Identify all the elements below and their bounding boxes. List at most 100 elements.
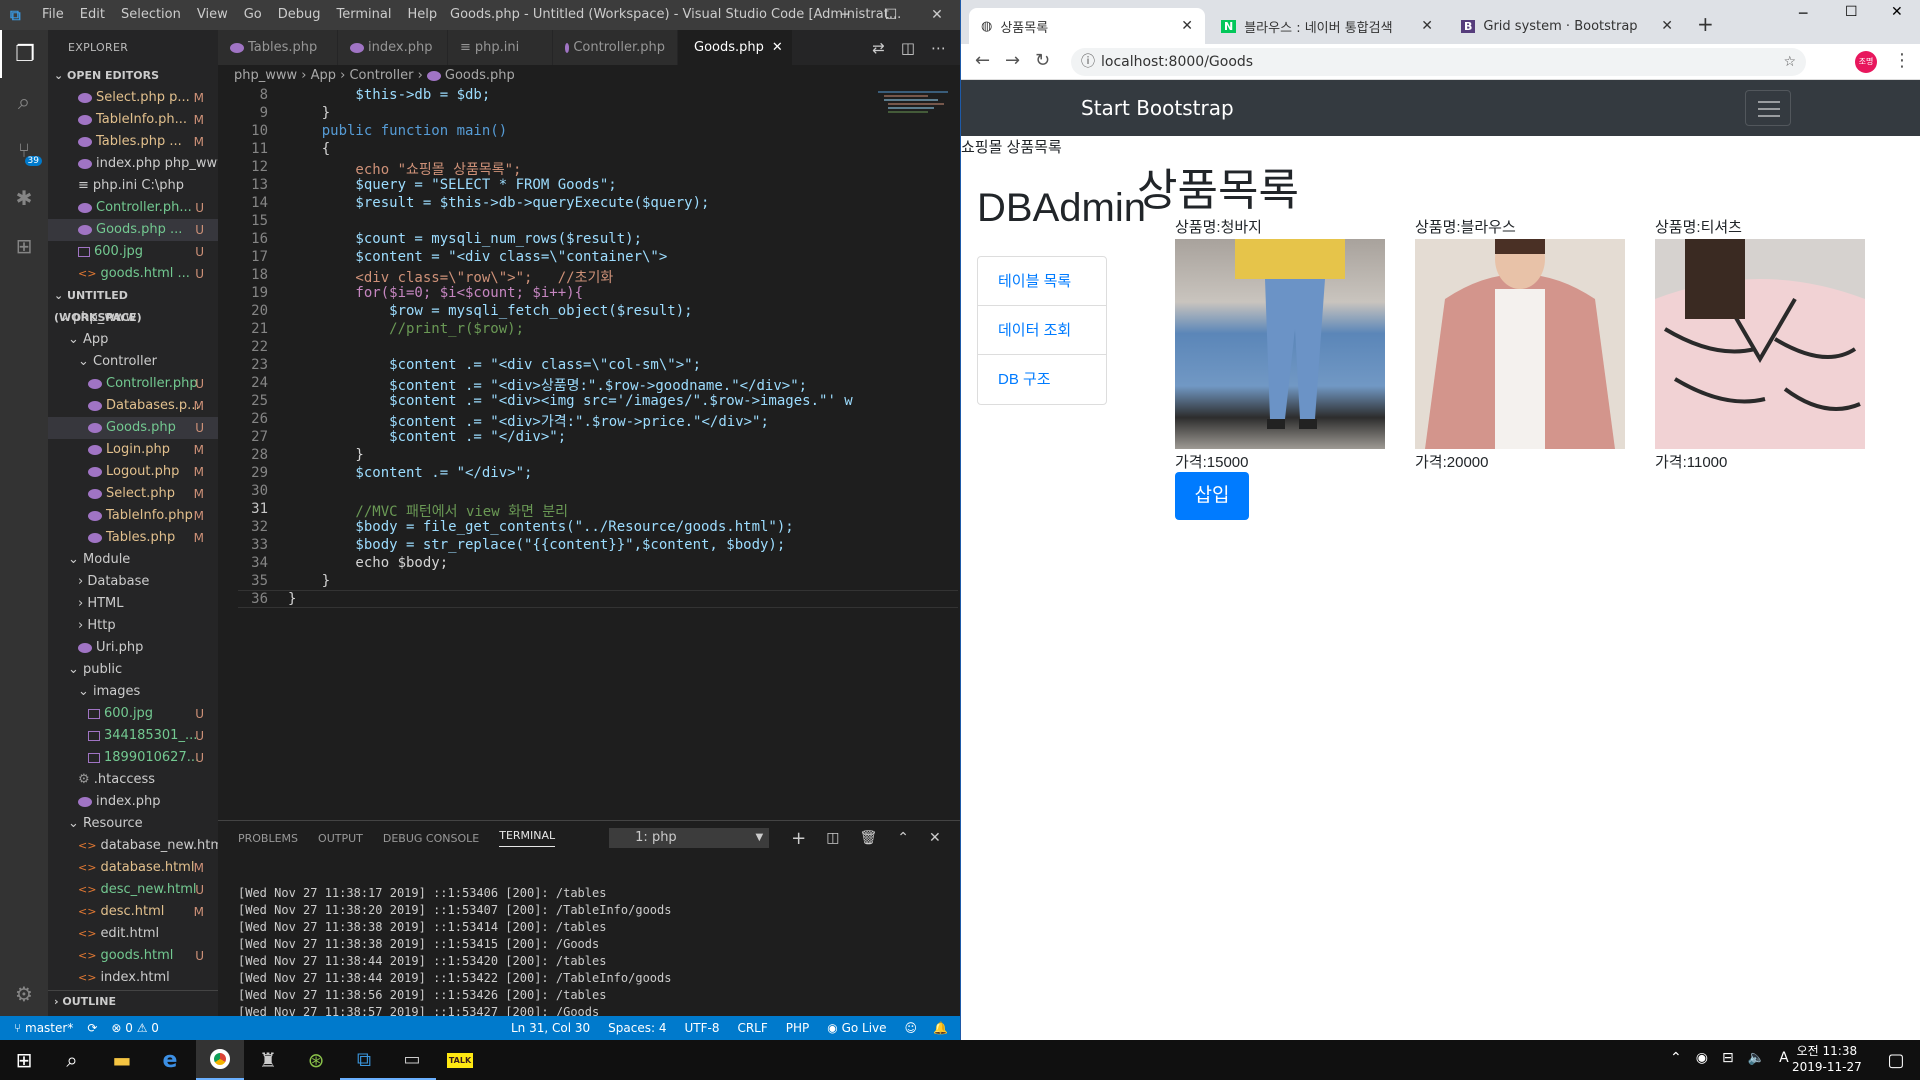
menu-debug[interactable]: Debug bbox=[278, 7, 321, 22]
cursor-position[interactable]: Ln 31, Col 30 bbox=[511, 1021, 590, 1035]
maximize-icon[interactable]: ☐ bbox=[868, 0, 914, 30]
workspace-header[interactable]: ⌄ UNTITLED (WORKSPACE) bbox=[48, 285, 218, 324]
terminal-output[interactable]: [Wed Nov 27 11:38:17 2019] ::1:53406 [20… bbox=[218, 885, 960, 1035]
open-editor-item[interactable]: Controller.ph... U bbox=[48, 197, 218, 219]
tree-item[interactable]: ⌄ Resource bbox=[48, 813, 218, 835]
network-icon[interactable]: ⊟ bbox=[1722, 1050, 1734, 1066]
tree-item[interactable]: ⌄ public bbox=[48, 659, 218, 681]
open-editor-item[interactable]: ≡ php.ini C:\php bbox=[48, 175, 218, 197]
tree-item[interactable]: › HTML bbox=[48, 593, 218, 615]
navbar-toggler-icon[interactable] bbox=[1745, 90, 1791, 126]
url-input[interactable]: ⓘ localhost:8000/Goods ☆ bbox=[1071, 48, 1806, 76]
network-app-icon[interactable]: ⊛ bbox=[292, 1040, 340, 1080]
tree-item[interactable]: Tables.php M bbox=[48, 527, 218, 549]
open-changes-icon[interactable]: ⇄ bbox=[872, 39, 885, 57]
close-tab-icon[interactable]: ✕ bbox=[772, 30, 783, 65]
terminal-select[interactable]: 1: php ▼ bbox=[609, 828, 770, 848]
menu-edit[interactable]: Edit bbox=[80, 7, 105, 22]
breadcrumb-item[interactable]: Goods.php bbox=[445, 68, 515, 83]
tree-item[interactable]: ⌄ Module bbox=[48, 549, 218, 571]
settings-gear-icon[interactable]: ⚙ bbox=[0, 970, 48, 1018]
close-tab-icon[interactable]: ✕ bbox=[1661, 18, 1673, 34]
tab-output[interactable]: OUTPUT bbox=[318, 832, 363, 845]
tree-item[interactable]: <> goods.html U bbox=[48, 945, 218, 967]
extensions-icon[interactable]: ⊞ bbox=[0, 222, 48, 270]
bell-icon[interactable]: 🔔 bbox=[933, 1021, 948, 1035]
breadcrumb-item[interactable]: php_www bbox=[234, 68, 297, 83]
split-editor-icon[interactable]: ◫ bbox=[901, 39, 915, 57]
reload-icon[interactable]: ↻ bbox=[1035, 50, 1050, 71]
tree-item[interactable]: <> desc_new.html U bbox=[48, 879, 218, 901]
open-editors-header[interactable]: ⌄ OPEN EDITORS bbox=[48, 65, 218, 87]
menu-data-view[interactable]: 데이터 조회 bbox=[978, 306, 1106, 355]
minimize-icon[interactable]: ─ bbox=[822, 0, 868, 30]
open-editor-item[interactable]: Tables.php ... M bbox=[48, 131, 218, 153]
tree-item[interactable]: 600.jpg U bbox=[48, 703, 218, 725]
encoding-status[interactable]: UTF-8 bbox=[684, 1021, 719, 1035]
tree-item[interactable]: 344185301_... U bbox=[48, 725, 218, 747]
chrome-taskbar-icon[interactable] bbox=[196, 1040, 244, 1080]
record-icon[interactable]: ◉ bbox=[1696, 1050, 1708, 1066]
menu-terminal[interactable]: Terminal bbox=[337, 7, 392, 22]
more-actions-icon[interactable]: ⋯ bbox=[931, 39, 946, 57]
search-icon[interactable]: ⌕ bbox=[48, 1040, 96, 1080]
tree-item[interactable]: ⌄ Controller bbox=[48, 351, 218, 373]
forward-icon[interactable]: → bbox=[1005, 50, 1020, 71]
tree-item[interactable]: ⌄ App bbox=[48, 329, 218, 351]
breadcrumb-item[interactable]: App bbox=[311, 68, 336, 83]
tree-item[interactable]: <> database.html M bbox=[48, 857, 218, 879]
tree-item[interactable]: <> database_new.html bbox=[48, 835, 218, 857]
breadcrumb-item[interactable]: Controller bbox=[349, 68, 413, 83]
chevron-up-icon[interactable]: ⌃ bbox=[1670, 1050, 1682, 1066]
tree-item[interactable]: 1899010627... U bbox=[48, 747, 218, 769]
split-terminal-icon[interactable]: ◫ bbox=[826, 830, 839, 846]
clock[interactable]: 오전 11:38 2019-11-27 bbox=[1792, 1043, 1862, 1075]
open-editor-item[interactable]: index.php php_www... bbox=[48, 153, 218, 175]
tab-terminal[interactable]: TERMINAL bbox=[499, 829, 556, 847]
tree-item[interactable]: Login.php M bbox=[48, 439, 218, 461]
code-editor[interactable]: 8 $this->db = $db; 9 } 10 public function … bbox=[218, 87, 960, 817]
windows-start-icon[interactable]: ⊞ bbox=[0, 1040, 48, 1080]
terminal-taskbar-icon[interactable]: ▭ bbox=[388, 1040, 436, 1080]
menu-selection[interactable]: Selection bbox=[121, 7, 181, 22]
tree-item[interactable]: Uri.php bbox=[48, 637, 218, 659]
menu-view[interactable]: View bbox=[197, 7, 228, 22]
profile-avatar[interactable]: 조명 bbox=[1855, 51, 1877, 73]
tab-naver[interactable]: N 블라우스 : 네이버 통합검색 ✕ bbox=[1209, 8, 1445, 44]
notification-icon[interactable]: ▢ bbox=[1872, 1040, 1920, 1080]
close-tab-icon[interactable]: ✕ bbox=[1181, 18, 1193, 34]
edge-icon[interactable]: e bbox=[146, 1040, 194, 1080]
add-terminal-icon[interactable]: + bbox=[791, 828, 806, 849]
menu-file[interactable]: File bbox=[42, 7, 64, 22]
open-editor-item[interactable]: 600.jpg U bbox=[48, 241, 218, 263]
tree-item[interactable]: TableInfo.php M bbox=[48, 505, 218, 527]
new-tab-button[interactable]: + bbox=[1697, 12, 1714, 36]
back-icon[interactable]: ← bbox=[975, 50, 990, 71]
search-icon[interactable]: ⌕ bbox=[0, 78, 48, 126]
menu-db-structure[interactable]: DB 구조 bbox=[978, 355, 1106, 404]
tree-item[interactable]: ⌄ php_www bbox=[48, 307, 218, 329]
tab-controller-php[interactable]: Controller.php bbox=[553, 30, 678, 65]
app-icon[interactable]: ♜ bbox=[244, 1040, 292, 1080]
tab-debug-console[interactable]: DEBUG CONSOLE bbox=[383, 832, 479, 845]
open-editor-item[interactable]: <> goods.html ... U bbox=[48, 263, 218, 285]
tab-goods-list[interactable]: ◍ 상품목록 ✕ bbox=[969, 8, 1205, 44]
bookmark-star-icon[interactable]: ☆ bbox=[1783, 48, 1796, 76]
tab-problems[interactable]: PROBLEMS bbox=[238, 832, 298, 845]
close-tab-icon[interactable]: ✕ bbox=[1421, 18, 1433, 34]
tree-item[interactable]: ⚙ .htaccess bbox=[48, 769, 218, 791]
menu-kebab-icon[interactable]: ⋮ bbox=[1893, 50, 1911, 71]
menu-go[interactable]: Go bbox=[244, 7, 262, 22]
source-control-icon[interactable]: ⑂ 39 bbox=[0, 126, 48, 174]
tree-item[interactable]: index.php bbox=[48, 791, 218, 813]
tab-php-ini[interactable]: ≡ php.ini bbox=[448, 30, 553, 65]
tab-tables-php[interactable]: Tables.php bbox=[218, 30, 338, 65]
kakaotalk-icon[interactable]: TALK bbox=[436, 1040, 484, 1080]
tree-item[interactable]: Logout.php M bbox=[48, 461, 218, 483]
eol-status[interactable]: CRLF bbox=[737, 1021, 767, 1035]
feedback-icon[interactable]: ☺ bbox=[905, 1021, 918, 1035]
tree-item[interactable]: Select.php M bbox=[48, 483, 218, 505]
tab-goods-php[interactable]: Goods.php ✕ bbox=[678, 30, 793, 65]
outline-header[interactable]: › OUTLINE bbox=[48, 990, 218, 1012]
tree-item[interactable]: › Http bbox=[48, 615, 218, 637]
